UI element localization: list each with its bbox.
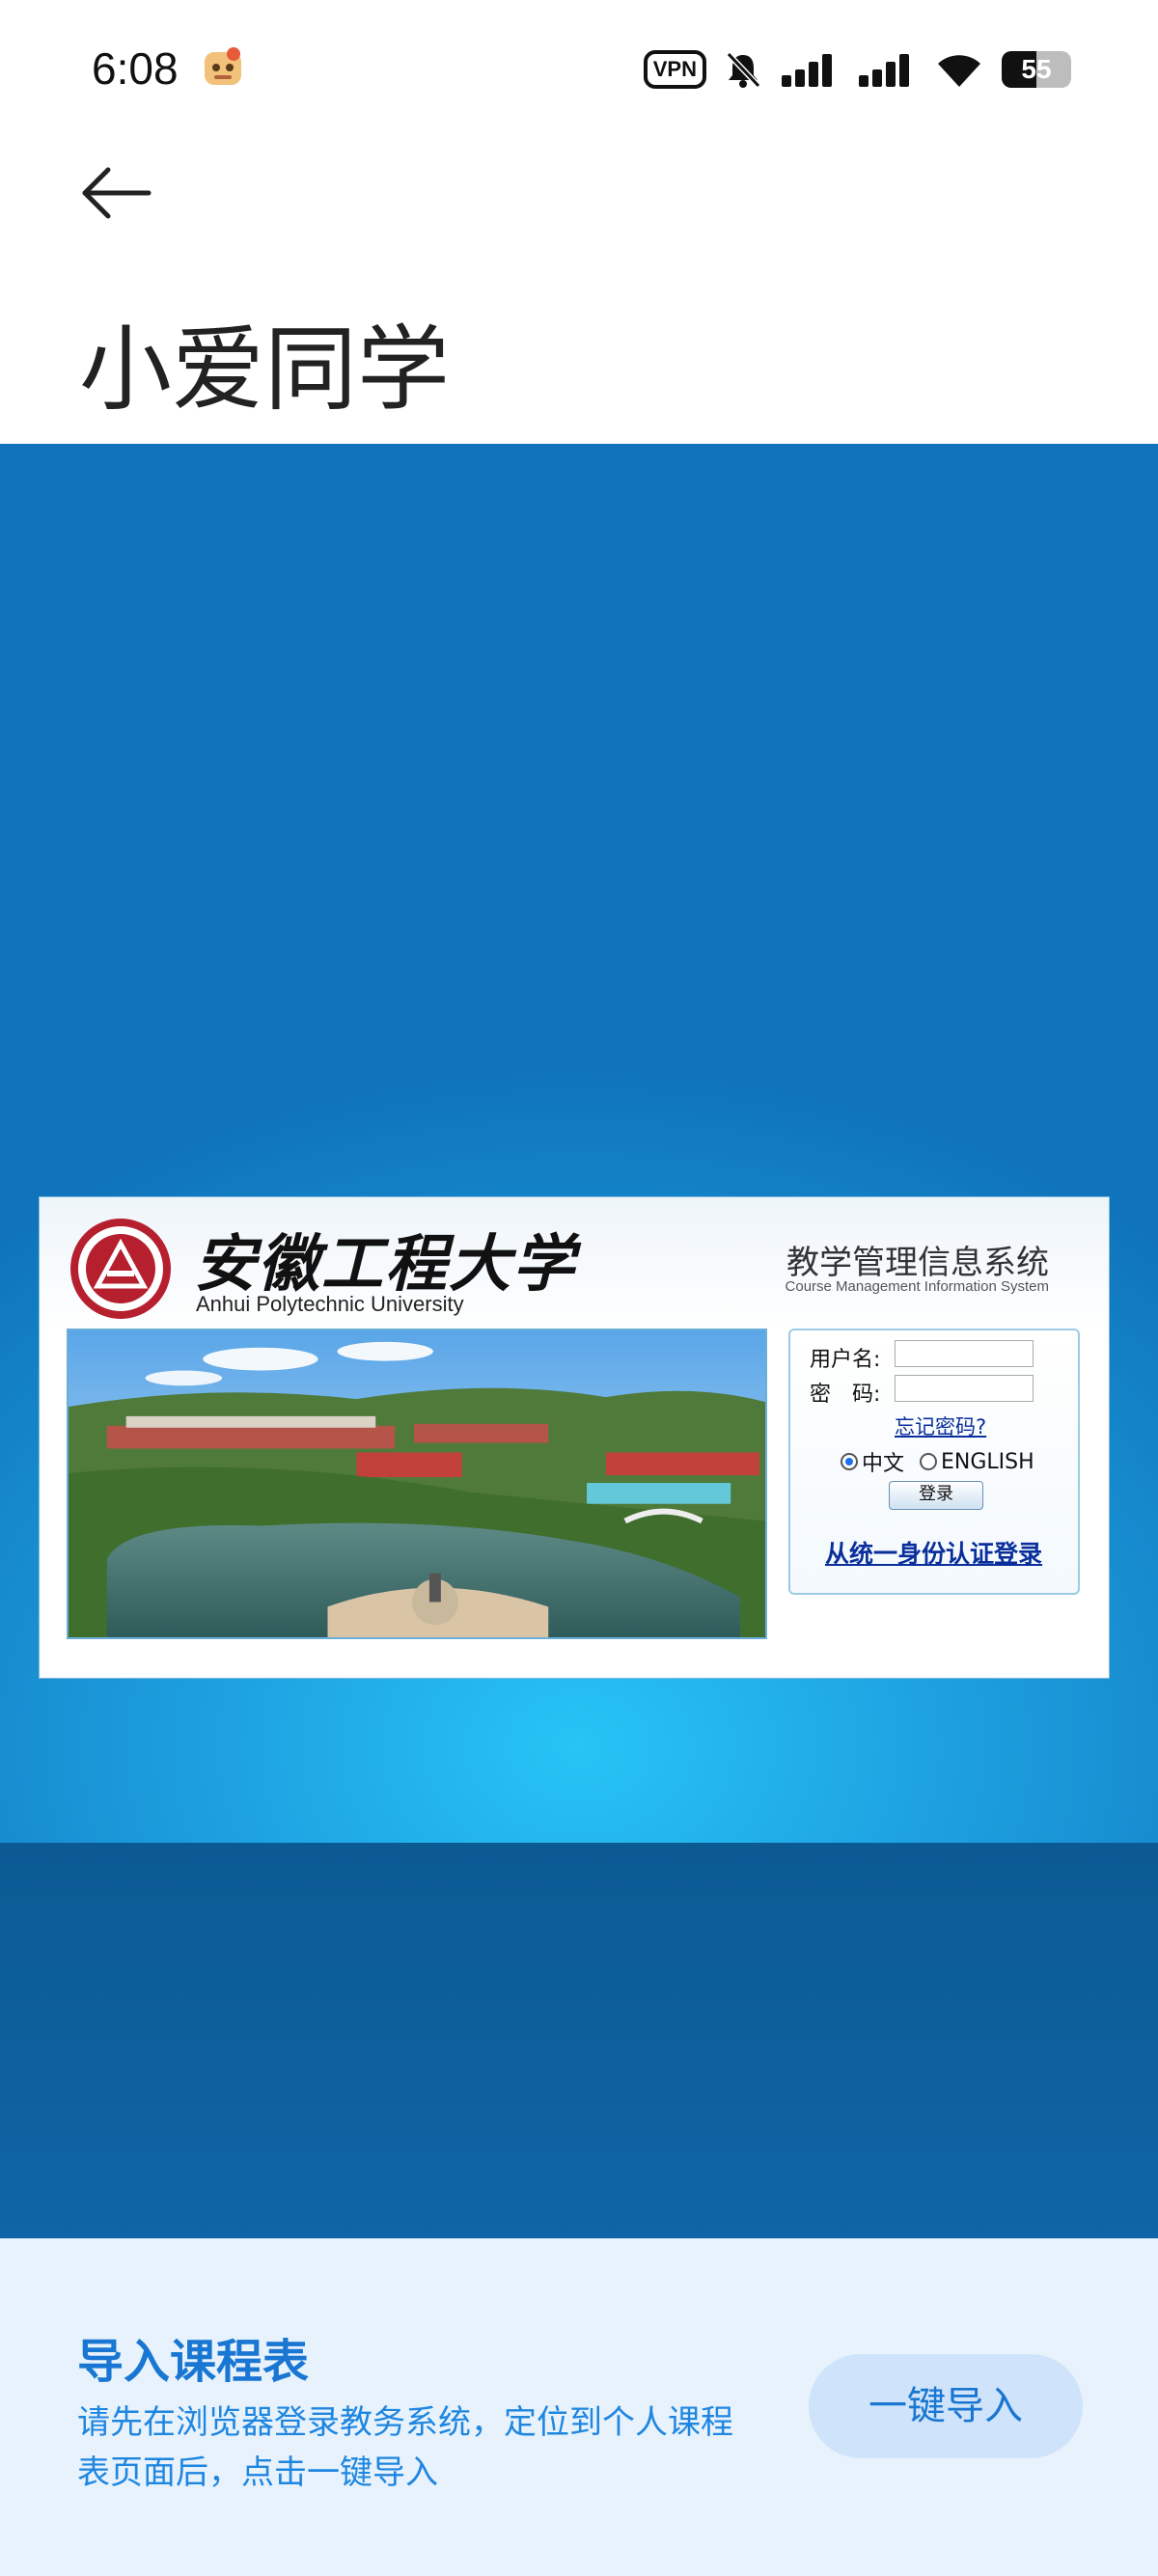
- lang-chinese-label: 中文: [862, 1452, 905, 1476]
- password-input[interactable]: [895, 1375, 1034, 1402]
- radio-chinese[interactable]: [841, 1453, 858, 1470]
- system-name-en: Course Management Information System: [785, 1278, 1049, 1295]
- login-panel: 安徽工程大学 Anhui Polytechnic University 教学管理…: [39, 1196, 1110, 1679]
- campus-photo: [67, 1329, 767, 1639]
- forgot-password-link[interactable]: 忘记密码?: [895, 1411, 986, 1440]
- import-section: 导入课程表 请先在浏览器登录教务系统，定位到个人课程表页面后，点击一键导入 一键…: [0, 2238, 1158, 2576]
- university-name-cn: 安徽工程大学: [194, 1228, 576, 1301]
- wifi-icon: [938, 55, 980, 87]
- status-icons: VPN 55: [643, 46, 1071, 93]
- webview-footer-band: [0, 1843, 1158, 2238]
- signal-icon: [782, 54, 832, 87]
- battery-icon: 55: [1002, 51, 1071, 88]
- app-notification-icon: [205, 47, 241, 85]
- university-name-en: Anhui Polytechnic University: [196, 1292, 464, 1316]
- language-options: 中文 ENGLISH: [841, 1446, 1034, 1477]
- import-title: 导入课程表: [77, 2335, 310, 2389]
- vpn-icon: VPN: [643, 50, 706, 89]
- signal-icon-2: [859, 54, 909, 87]
- password-label: 密 码:: [810, 1383, 881, 1407]
- username-label: 用户名:: [810, 1348, 881, 1372]
- sso-login-link[interactable]: 从统一身份认证登录: [825, 1535, 1042, 1570]
- status-time: 6:08: [92, 43, 179, 94]
- login-button[interactable]: 登录: [889, 1481, 983, 1510]
- bell-muted-icon: [726, 51, 761, 89]
- status-bar: 6:08 VPN 55: [0, 0, 1158, 135]
- lang-english-label: ENGLISH: [941, 1449, 1034, 1474]
- import-description: 请先在浏览器登录教务系统，定位到个人课程表页面后，点击一键导入: [77, 2403, 733, 2492]
- system-name-cn: 教学管理信息系统: [786, 1244, 1049, 1282]
- radio-english[interactable]: [920, 1453, 938, 1470]
- login-form: 用户名: 密 码: 忘记密码? 中文 ENGLISH 登录 从统一身份认证登录: [788, 1329, 1080, 1595]
- username-input[interactable]: [895, 1340, 1034, 1367]
- university-seal-icon: [70, 1219, 171, 1319]
- back-arrow-icon[interactable]: [73, 154, 160, 241]
- page-title: 小爱同学: [79, 315, 450, 424]
- one-click-import-button[interactable]: 一键导入: [809, 2354, 1083, 2458]
- battery-level: 55: [1021, 54, 1052, 84]
